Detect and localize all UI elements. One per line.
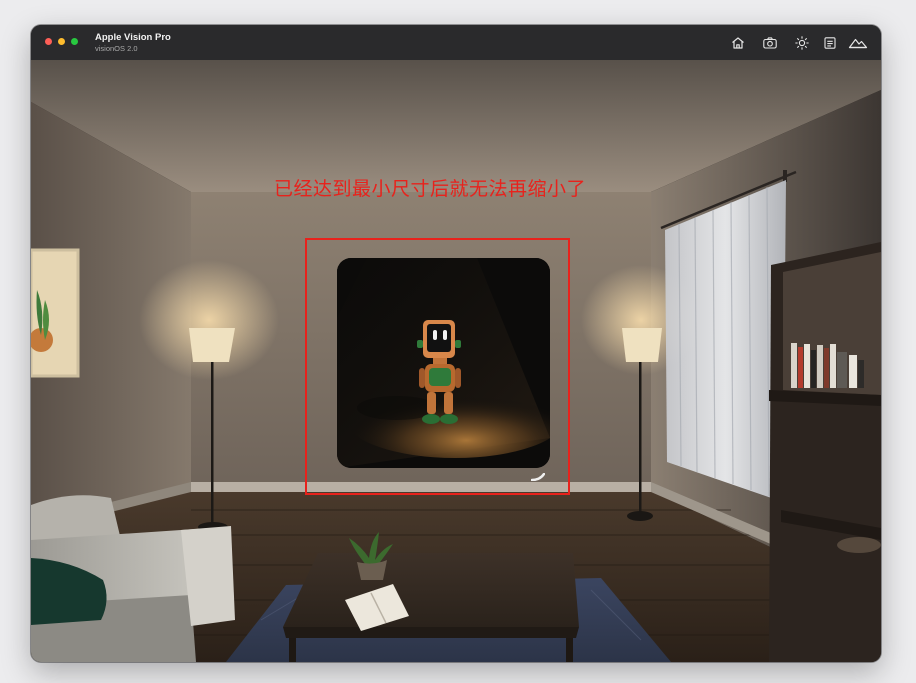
camera-icon[interactable] bbox=[762, 35, 778, 51]
annotation-highlight-box bbox=[305, 238, 570, 495]
environment-icon[interactable] bbox=[848, 35, 868, 51]
home-icon[interactable] bbox=[730, 35, 746, 51]
device-icon[interactable] bbox=[822, 35, 838, 51]
annotation-caption: 已经达到最小尺寸后就无法再缩小了 bbox=[274, 178, 587, 200]
maximize-button[interactable] bbox=[71, 38, 78, 45]
brightness-icon[interactable] bbox=[794, 35, 810, 51]
title-bar[interactable]: Apple Vision Pro visionOS 2.0 bbox=[31, 25, 881, 61]
app-subtitle: visionOS 2.0 bbox=[95, 44, 138, 53]
close-button[interactable] bbox=[45, 38, 52, 45]
minimize-button[interactable] bbox=[58, 38, 65, 45]
app-title: Apple Vision Pro bbox=[95, 32, 171, 43]
